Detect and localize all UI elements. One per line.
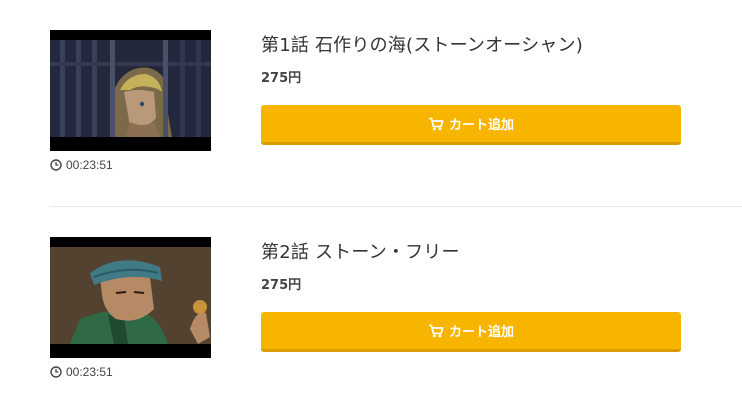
episode-item: 00:23:51 第2話 ストーン・フリー 275円 カート追加: [0, 207, 742, 387]
add-to-cart-label: カート追加: [448, 325, 514, 340]
episode-thumbnail[interactable]: [50, 237, 211, 358]
episode-item: 00:23:51 第1話 石作りの海(ストーンオーシャン) 275円 カート追加: [0, 0, 742, 180]
thumbnail-image: [50, 237, 211, 358]
clock-icon: [50, 159, 62, 171]
add-to-cart-button[interactable]: カート追加: [261, 105, 681, 145]
clock-icon: [50, 366, 62, 378]
duration-text: 00:23:51: [66, 365, 113, 379]
episode-price: 275円: [261, 278, 302, 293]
add-to-cart-button[interactable]: カート追加: [261, 312, 681, 352]
episode-price: 275円: [261, 71, 302, 86]
episode-duration: 00:23:51: [50, 158, 113, 172]
cart-icon: [428, 324, 444, 338]
duration-text: 00:23:51: [66, 158, 113, 172]
cart-icon: [428, 117, 444, 131]
episode-title[interactable]: 第2話 ストーン・フリー: [261, 238, 460, 264]
episode-thumbnail[interactable]: [50, 30, 211, 151]
thumbnail-image: [50, 30, 211, 151]
episode-title[interactable]: 第1話 石作りの海(ストーンオーシャン): [261, 31, 583, 57]
episode-duration: 00:23:51: [50, 365, 113, 379]
add-to-cart-label: カート追加: [448, 118, 514, 133]
